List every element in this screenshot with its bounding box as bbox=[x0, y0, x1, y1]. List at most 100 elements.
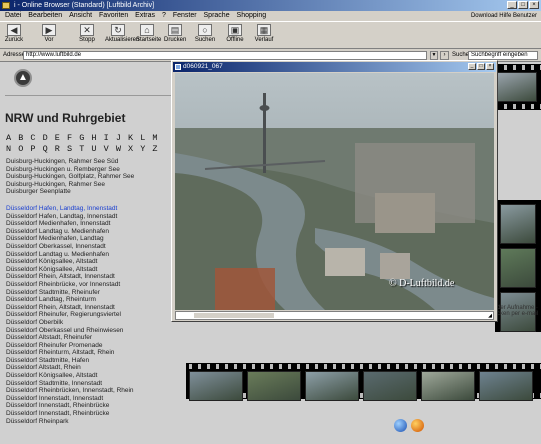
address-input[interactable]: http://www.luftbild.de bbox=[23, 51, 427, 60]
list-item[interactable]: Düsseldorf Medienhafen, Innenstadt bbox=[6, 220, 134, 228]
list-item[interactable]: Düsseldorf Altstadt, Rheinufer bbox=[6, 334, 134, 342]
list-item[interactable]: Düsseldorf Rheinturm, Altstadt, Rhein bbox=[6, 349, 134, 357]
divider bbox=[5, 95, 181, 96]
firefox-icon[interactable] bbox=[411, 419, 424, 432]
list-item[interactable]: Düsseldorf Landtag u. Medienhafen bbox=[6, 251, 134, 259]
list-item[interactable]: Düsseldorf Rheinpark bbox=[6, 418, 134, 426]
image-popup-window: d060921_067 _ □ × © D-Luftbild.de ◢ bbox=[171, 60, 498, 322]
menu-favoriten[interactable]: Favoriten bbox=[99, 12, 128, 19]
list-item[interactable]: Düsseldorf Oberkassel, Innenstadt bbox=[6, 243, 134, 251]
list-item[interactable]: Düsseldorf Innenstadt, Innenstadt bbox=[6, 395, 134, 403]
list-item[interactable]: Düsseldorf Hafen, Landtag, Innenstadt bbox=[6, 205, 134, 213]
list-item[interactable]: Düsseldorf Rheinufer Promenade bbox=[6, 342, 134, 350]
menu-extras[interactable]: Extras bbox=[135, 12, 155, 19]
menu-help[interactable]: ? bbox=[162, 12, 166, 19]
ie-icon[interactable] bbox=[394, 419, 407, 432]
minimize-button[interactable]: _ bbox=[507, 1, 517, 9]
maximize-button[interactable]: □ bbox=[518, 1, 528, 9]
offline-button[interactable]: ▣ Offline bbox=[224, 24, 246, 43]
search-icon: ○ bbox=[198, 24, 212, 36]
list-item[interactable]: Düsseldorf Oberkassel und Rheinwiesen bbox=[6, 327, 134, 335]
forward-arrow-icon: ▶ bbox=[42, 24, 56, 36]
history-icon: ▦ bbox=[257, 24, 271, 36]
film-frame-thumbnail[interactable] bbox=[247, 371, 301, 401]
forward-label: Vor bbox=[44, 37, 54, 43]
menu-bearbeiten[interactable]: Bearbeiten bbox=[28, 12, 62, 19]
alphabet-row-1[interactable]: A B C D E F G H I J K L M bbox=[6, 133, 159, 144]
popup-maximize-button[interactable]: □ bbox=[477, 63, 485, 70]
list-item[interactable]: Düsseldorf Oberbilk bbox=[6, 319, 134, 327]
list-item[interactable]: Düsseldorf Landtag, Rheinturm bbox=[6, 296, 134, 304]
right-caption: der Aufnahme · cken per e-mail bbox=[497, 305, 539, 317]
photo-watermark: © D-Luftbild.de bbox=[389, 278, 455, 289]
history-button[interactable]: ▦ Verlauf bbox=[253, 24, 275, 43]
location-list-a: Duisburg-Huckingen, Rahmer See Süd Duisbu… bbox=[6, 158, 134, 196]
list-item[interactable]: Duisburg-Huckingen, Rahmer See bbox=[6, 181, 134, 189]
menu-datei[interactable]: Datei bbox=[5, 12, 21, 19]
home-button[interactable]: ⌂ Startseite bbox=[136, 24, 161, 43]
home-icon: ⌂ bbox=[140, 24, 154, 36]
popup-minimize-button[interactable]: _ bbox=[468, 63, 476, 70]
stop-button[interactable]: ✕ Stopp bbox=[76, 24, 98, 43]
menu-ansicht[interactable]: Ansicht bbox=[69, 12, 92, 19]
forward-button[interactable]: ▶ Vor bbox=[38, 24, 60, 43]
popup-close-button[interactable]: × bbox=[486, 63, 494, 70]
list-item[interactable]: Düsseldorf Stadtmitte, Hafen bbox=[6, 357, 134, 365]
menu-fenster[interactable]: Fenster bbox=[173, 12, 197, 19]
window-titlebar: i - Online Browser (Standard) [Luftbild … bbox=[0, 0, 541, 11]
aerial-photo: © D-Luftbild.de bbox=[175, 73, 494, 310]
film-frame-thumbnail[interactable] bbox=[189, 371, 243, 401]
menu-shopping[interactable]: Shopping bbox=[237, 12, 267, 19]
list-item[interactable]: Düsseldorf Altstadt, Rhein bbox=[6, 364, 134, 372]
list-item[interactable]: Düsseldorf Königsallee, Altstadt bbox=[6, 258, 134, 266]
film-frame-thumbnail[interactable] bbox=[479, 371, 533, 401]
horizontal-scrollbar[interactable] bbox=[194, 313, 274, 318]
back-button[interactable]: ◀ Zurück bbox=[3, 24, 25, 43]
list-item[interactable]: Duisburger Seenplatte bbox=[6, 188, 134, 196]
logo-icon[interactable]: ▲ bbox=[14, 69, 32, 87]
popup-app-icon bbox=[175, 64, 181, 70]
search-box-label: Suche bbox=[452, 52, 470, 58]
resize-grip-icon[interactable]: ◢ bbox=[488, 313, 492, 319]
list-item[interactable]: Duisburg-Huckingen, Rahmer See Süd bbox=[6, 158, 134, 166]
film-frame-thumbnail[interactable] bbox=[421, 371, 475, 401]
menu-right-links[interactable]: Download Hilfe Benutzer bbox=[471, 11, 537, 21]
list-item[interactable]: Düsseldorf Innenstadt, Rheinbrücke bbox=[6, 402, 134, 410]
offline-label: Offline bbox=[226, 37, 244, 43]
stop-label: Stopp bbox=[79, 37, 95, 43]
search-button[interactable]: ○ Suchen bbox=[194, 24, 216, 43]
list-item[interactable]: Düsseldorf Rhein, Altstadt, Innenstadt bbox=[6, 273, 134, 281]
film-frame-thumbnail[interactable] bbox=[497, 72, 537, 102]
list-item[interactable]: Düsseldorf Innenstadt, Rheinbrücke bbox=[6, 410, 134, 418]
menu-bar: Datei Bearbeiten Ansicht Favoriten Extra… bbox=[0, 11, 541, 21]
print-button[interactable]: ▤ Drucken bbox=[164, 24, 186, 43]
address-dropdown-icon[interactable]: ▼ bbox=[430, 51, 438, 60]
search-input[interactable]: Suchbegriff eingeben bbox=[468, 51, 538, 60]
search-label: Suchen bbox=[194, 37, 216, 43]
close-button[interactable]: × bbox=[529, 1, 539, 9]
list-item[interactable]: Düsseldorf Königsallee, Altstadt bbox=[6, 266, 134, 274]
list-item[interactable]: Düsseldorf Königsallee, Altstadt bbox=[6, 372, 134, 380]
film-frame-thumbnail[interactable] bbox=[500, 204, 536, 244]
list-item[interactable]: Duisburg-Huckingen, Golfplatz, Rahmer Se… bbox=[6, 173, 134, 181]
film-frame-thumbnail[interactable] bbox=[500, 248, 536, 288]
list-item[interactable]: Düsseldorf Rheinbrücke, vor Innenstadt bbox=[6, 281, 134, 289]
film-holes bbox=[186, 364, 541, 369]
alphabet-index: A B C D E F G H I J K L M N O P Q R S T … bbox=[6, 133, 159, 155]
list-item[interactable]: Düsseldorf Stadtmitte, Innenstadt bbox=[6, 380, 134, 388]
list-item[interactable]: Düsseldorf Rhein, Altstadt, Innenstadt bbox=[6, 304, 134, 312]
menu-sprache[interactable]: Sprache bbox=[204, 12, 230, 19]
list-item[interactable]: Düsseldorf Stadtmitte, Rheinufer bbox=[6, 289, 134, 297]
film-frame-thumbnail[interactable] bbox=[305, 371, 359, 401]
list-item[interactable]: Düsseldorf Rheinbrücken, Innenstadt, Rhe… bbox=[6, 387, 134, 395]
list-item[interactable]: Düsseldorf Landtag u. Medienhafen bbox=[6, 228, 134, 236]
refresh-button[interactable]: ↻ Aktualisieren bbox=[105, 24, 139, 43]
list-item[interactable]: Düsseldorf Medienhafen, Landtag bbox=[6, 235, 134, 243]
list-item[interactable]: Düsseldorf Rheinufer, Regierungsviertel bbox=[6, 311, 134, 319]
list-item[interactable]: Duisburg-Huckingen u. Remberger See bbox=[6, 166, 134, 174]
list-item[interactable]: Düsseldorf Hafen, Landtag, Innenstadt bbox=[6, 213, 134, 221]
popup-statusbar: ◢ bbox=[175, 311, 494, 320]
alphabet-row-2[interactable]: N O P Q R S T U V W X Y Z bbox=[6, 144, 159, 155]
film-frame-thumbnail[interactable] bbox=[363, 371, 417, 401]
go-button[interactable]: › bbox=[440, 51, 449, 60]
